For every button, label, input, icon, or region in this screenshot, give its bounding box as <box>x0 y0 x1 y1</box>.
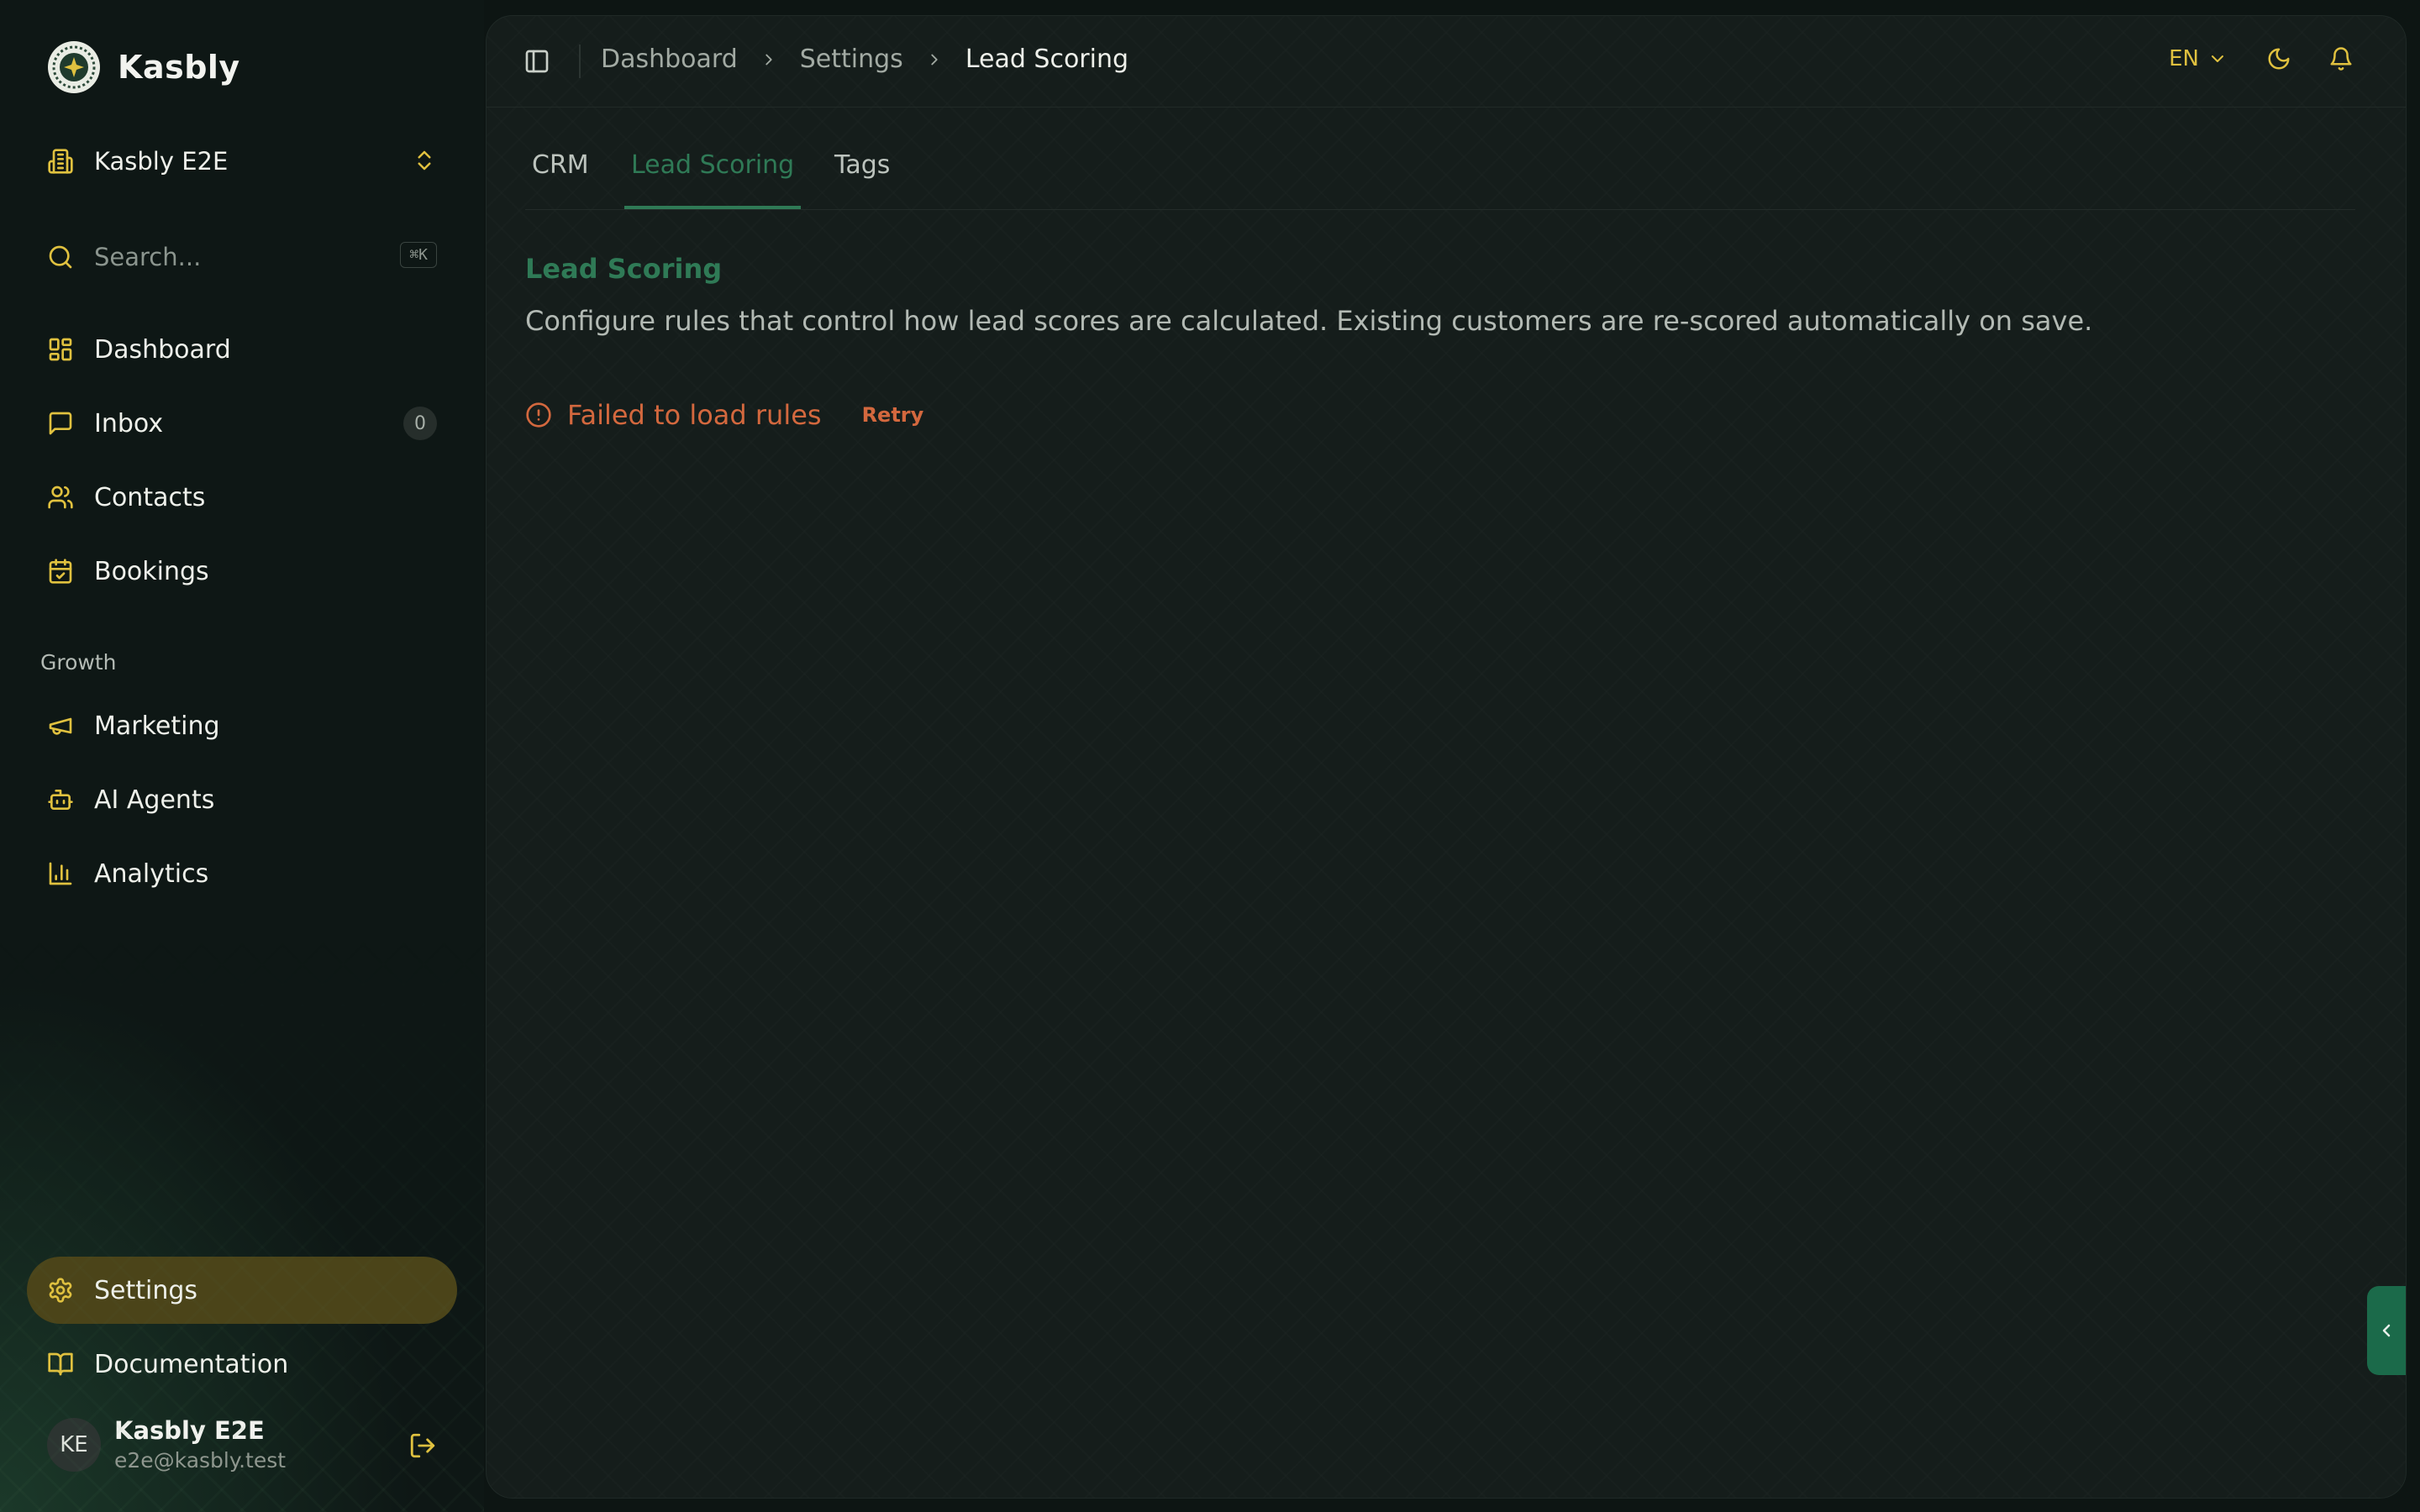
sidebar: Kasbly Kasbly E2E Search... ⌘K Dashboard… <box>0 0 484 1512</box>
sidebar-item-label: Bookings <box>94 556 209 586</box>
alert-circle-icon <box>526 402 551 428</box>
search-input[interactable]: Search... ⌘K <box>47 237 437 277</box>
panel-expand-button[interactable] <box>2367 1286 2406 1375</box>
avatar: KE <box>47 1418 101 1472</box>
sidebar-item-label: Dashboard <box>94 334 231 365</box>
chevron-left-icon <box>2382 1324 2391 1337</box>
user-profile[interactable]: KE Kasbly E2E e2e@kasbly.test <box>47 1416 437 1473</box>
calendar-check-icon <box>49 559 72 584</box>
message-square-icon <box>49 412 72 435</box>
logout-icon[interactable] <box>408 1431 437 1460</box>
chevron-right-icon <box>925 50 944 69</box>
sidebar-item-label: Inbox <box>94 408 164 438</box>
chevron-right-icon <box>760 50 778 69</box>
bot-icon <box>48 790 73 810</box>
dashboard-icon <box>49 338 72 361</box>
error-message-row: Failed to load rules Retry <box>525 399 923 431</box>
sidebar-item-label: Settings <box>94 1275 198 1305</box>
search-icon <box>49 245 72 269</box>
search-placeholder: Search... <box>94 243 202 271</box>
search-shortcut: ⌘K <box>400 242 437 268</box>
breadcrumb: Dashboard Settings Lead Scoring <box>601 45 1128 74</box>
sidebar-item-documentation[interactable]: Documentation <box>47 1341 437 1388</box>
org-switcher[interactable]: Kasbly E2E <box>47 141 437 181</box>
sidebar-item-label: Marketing <box>94 711 220 741</box>
settings-tabs: CRM Lead Scoring Tags <box>525 150 2355 210</box>
sidebar-item-label: Contacts <box>94 482 206 512</box>
users-icon <box>48 486 73 509</box>
sidebar-item-label: AI Agents <box>94 785 215 815</box>
sidebar-item-inbox[interactable]: Inbox 0 <box>47 400 437 447</box>
moon-icon[interactable] <box>2266 46 2291 71</box>
tab-tags[interactable]: Tags <box>828 150 897 209</box>
user-email: e2e@kasbly.test <box>114 1448 287 1473</box>
tab-crm[interactable]: CRM <box>525 150 596 209</box>
tab-lead-scoring[interactable]: Lead Scoring <box>624 150 802 209</box>
sidebar-item-label: Analytics <box>94 858 209 889</box>
section-title: Lead Scoring <box>525 253 723 285</box>
chevrons-up-down-icon <box>418 150 431 171</box>
kasbly-logo-icon <box>48 41 100 93</box>
gear-icon <box>49 1278 72 1303</box>
bar-chart-icon <box>49 862 72 885</box>
language-code: EN <box>2169 46 2199 71</box>
inbox-count-badge: 0 <box>403 407 437 440</box>
sidebar-item-marketing[interactable]: Marketing <box>47 702 437 749</box>
sidebar-item-analytics[interactable]: Analytics <box>47 850 437 897</box>
sidebar-item-contacts[interactable]: Contacts <box>47 474 437 521</box>
sidebar-toggle-icon[interactable] <box>523 48 550 75</box>
sidebar-item-dashboard[interactable]: Dashboard <box>47 326 437 373</box>
sidebar-item-ai-agents[interactable]: AI Agents <box>47 776 437 823</box>
book-open-icon <box>48 1352 73 1376</box>
language-selector[interactable]: EN <box>2169 46 2228 71</box>
toolbar-divider <box>579 45 581 78</box>
sidebar-item-bookings[interactable]: Bookings <box>47 548 437 595</box>
sidebar-item-label: Documentation <box>94 1349 289 1379</box>
breadcrumb-current: Lead Scoring <box>965 45 1129 74</box>
user-name: Kasbly E2E <box>114 1416 265 1445</box>
breadcrumb-dashboard[interactable]: Dashboard <box>601 45 738 74</box>
main-content: Dashboard Settings Lead Scoring EN CRM L… <box>486 15 2407 1499</box>
megaphone-icon <box>49 717 72 735</box>
error-text: Failed to load rules <box>567 399 822 431</box>
retry-button[interactable]: Retry <box>862 403 924 427</box>
bell-icon[interactable] <box>2328 46 2354 71</box>
org-name: Kasbly E2E <box>94 147 229 176</box>
app-name: Kasbly <box>118 49 240 86</box>
nav-group-growth: Growth <box>40 650 117 675</box>
sidebar-item-settings[interactable]: Settings <box>47 1267 437 1314</box>
chevron-down-icon <box>2212 55 2223 62</box>
top-bar: Dashboard Settings Lead Scoring EN <box>487 16 2406 108</box>
breadcrumb-settings[interactable]: Settings <box>800 45 903 74</box>
building-icon <box>48 149 73 174</box>
section-description: Configure rules that control how lead sc… <box>525 305 2093 337</box>
app-logo[interactable]: Kasbly <box>47 40 240 94</box>
